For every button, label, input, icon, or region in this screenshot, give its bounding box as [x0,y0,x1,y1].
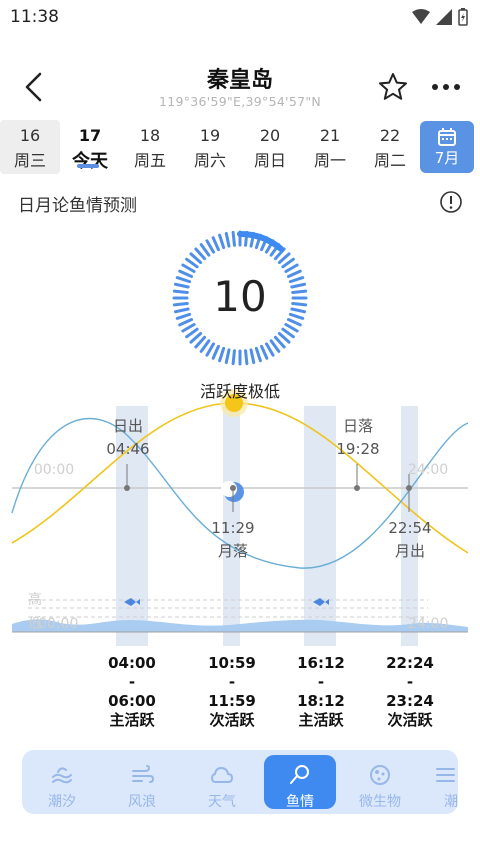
tide-icon [52,767,72,784]
tab-weather[interactable]: 天气 [186,755,258,810]
battery-icon [458,8,468,26]
gauge-tick [284,323,299,333]
moonset-time: 11:29 [211,519,254,537]
cloud-icon [210,766,234,783]
info-icon[interactable] [439,190,463,214]
tab-more[interactable]: 潮 [424,755,458,810]
status-icons [412,8,468,26]
more-options-icon[interactable] [430,74,462,100]
tide-start-label: 00:00 [38,616,78,632]
gauge-tick [218,346,226,363]
activity-window: 10:59 - 11:59 次活跃 [208,654,256,729]
page-title: 秦皇岛 [206,68,273,93]
calendar-icon [438,128,456,146]
section-title: 日月论鱼情预测 [18,196,137,216]
axis-start-label: 00:00 [34,462,74,478]
sunset-time: 19:28 [336,440,379,458]
sunrise-label: 日出 [113,417,143,435]
gauge-tick [181,263,196,273]
gauge-tick [211,344,220,360]
axis-end-label: 24:00 [408,462,448,478]
gauge-tick [189,331,203,344]
activity-score: 10 [213,272,267,321]
sunset-label: 日落 [343,417,373,435]
moonrise-time: 22:54 [388,519,431,537]
date-item[interactable]: 16 周三 [0,120,60,174]
month-calendar-button[interactable]: 7月 [420,121,474,173]
gauge-tick [244,349,249,366]
sunrise-dot [124,485,130,491]
status-bar: 11:38 [0,0,480,34]
wind-icon [132,765,154,783]
gauge-tick [277,331,291,344]
bottom-tab-bar: 潮汐 风浪 天气 鱼情 微生物 潮 [22,750,458,814]
date-item[interactable]: 19 周六 [180,120,240,174]
gauge-tick [277,252,291,265]
activity-window: 16:12 - 18:12 主活跃 [297,654,345,729]
date-item-today[interactable]: 17 今天 [60,120,120,174]
gauge-tick [231,230,236,247]
location-coords: 119°36'59"E,39°54'57"N [158,94,322,109]
gauge-tick [185,327,199,339]
date-item[interactable]: 20 周日 [240,120,300,174]
gauge-tick [273,335,286,349]
gauge-tick [194,247,207,261]
activity-level-label: 活跃度极低 [199,382,280,401]
nav-bar: 秦皇岛 119°36'59"E,39°54'57"N [0,60,480,114]
gauge-tick [224,231,231,248]
gauge-tick [199,339,211,353]
month-label: 7月 [434,149,460,167]
tab-fish-forecast[interactable]: 鱼情 [264,755,336,810]
activity-window: 04:00 - 06:00 主活跃 [108,654,156,729]
sun-moon-chart: 日出 04:46 日落 19:28 11:29 月落 22:54 月出 00:0… [11,389,469,646]
tide-high-label: 高 [28,591,42,608]
moonrise-label: 月出 [395,542,425,560]
gauge-tick [194,335,207,349]
gauge-tick [205,239,215,254]
date-selector: 16 周三 17 今天 18 周五 19 周六 20 周日 21 周一 22 周… [0,120,480,176]
gauge-tick [231,349,236,366]
gauge-tick [284,263,299,273]
moonrise-dot [406,485,412,491]
gauge-tick [254,346,262,363]
tab-tide[interactable]: 潮汐 [26,755,98,810]
gauge-tick [181,323,196,333]
date-item[interactable]: 22 周二 [360,120,420,174]
status-time: 11:38 [10,7,59,27]
gauge-tick [211,236,220,252]
gauge-tick [281,257,295,269]
gauge-tick [189,252,203,265]
today-indicator [77,164,99,168]
gauge-tick [265,342,275,357]
fish-hook-icon [290,765,309,784]
activity-window: 22:24 - 23:24 次活跃 [386,654,434,729]
gauge-tick [218,233,226,250]
moonset-dot [230,485,236,491]
tab-microbe[interactable]: 微生物 [344,755,416,810]
wifi-icon [412,9,430,24]
microbe-icon [370,765,390,785]
gauge-tick [205,342,215,357]
more-tab-icon [436,768,455,782]
gauge-tick [249,348,256,365]
moonset-label: 月落 [218,542,248,560]
tab-wind-wave[interactable]: 风浪 [106,755,178,810]
signal-icon [436,9,452,25]
gauge-tick [199,243,211,257]
date-item[interactable]: 21 周一 [300,120,360,174]
date-item[interactable]: 18 周五 [120,120,180,174]
sunrise-time: 04:46 [106,440,149,458]
sunset-dot [354,485,360,491]
gauge-tick [185,257,199,269]
favorite-star-icon[interactable] [378,72,408,102]
tide-end-label: 24:00 [408,616,448,632]
gauge-tick [281,327,295,339]
gauge-tick [260,344,269,360]
gauge-tick [269,339,281,353]
gauge-tick [224,348,231,365]
